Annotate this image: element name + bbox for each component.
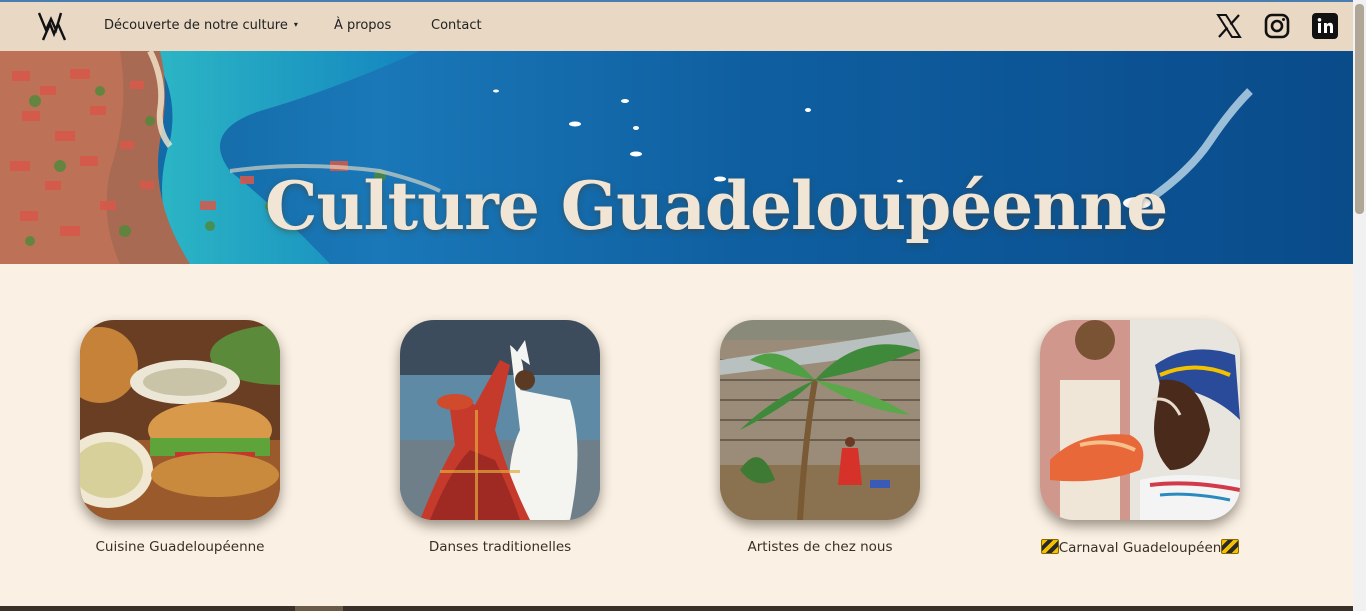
navbar: Découverte de notre culture ▾ À propos Co…	[0, 2, 1353, 51]
linkedin-icon[interactable]	[1311, 12, 1339, 40]
card-carnaval-label: Carnaval Guadeloupéen	[1010, 539, 1270, 556]
construction-icon	[1040, 539, 1059, 554]
card-artistes[interactable]: Artistes de chez nous	[690, 320, 950, 555]
nav-culture-dropdown[interactable]: Découverte de notre culture ▾	[104, 18, 298, 33]
chevron-down-icon: ▾	[293, 20, 298, 29]
hero-title: Culture Guadeloupéenne	[265, 167, 1168, 245]
card-label: Carnaval Guadeloupéen	[1058, 540, 1222, 556]
footer-edge	[0, 606, 1353, 611]
card-label: Cuisine Guadeloupéenne	[95, 539, 265, 555]
scrollbar-thumb[interactable]	[1355, 4, 1364, 214]
x-icon[interactable]	[1215, 12, 1243, 40]
food-photo[interactable]	[80, 320, 280, 520]
painting-photo[interactable]	[720, 320, 920, 520]
card-label: Danses traditionelles	[428, 539, 572, 555]
nav-contact-link[interactable]: Contact	[431, 18, 482, 33]
logo-icon[interactable]	[37, 10, 69, 42]
dance-photo[interactable]	[400, 320, 600, 520]
page-scrollbar[interactable]	[1353, 0, 1366, 611]
construction-icon	[1221, 539, 1240, 554]
nav-apropos-link[interactable]: À propos	[334, 18, 391, 33]
card-danses[interactable]: Danses traditionelles	[370, 320, 630, 555]
carnival-photo[interactable]	[1040, 320, 1240, 520]
hero-banner: Culture Guadeloupéenne	[0, 51, 1353, 264]
card-label: Artistes de chez nous	[747, 539, 893, 555]
card-cuisine[interactable]: Cuisine Guadeloupéenne	[50, 320, 310, 555]
nav-culture-label: Découverte de notre culture	[104, 18, 288, 33]
footer-edge-segment	[295, 606, 343, 611]
card-carnaval[interactable]: Carnaval Guadeloupéen	[1010, 320, 1270, 556]
instagram-icon[interactable]	[1263, 12, 1291, 40]
